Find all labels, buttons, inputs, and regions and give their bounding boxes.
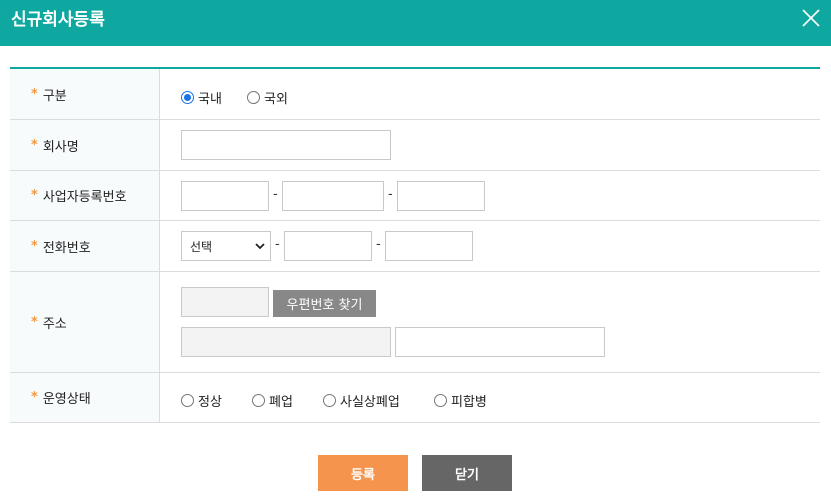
postcode-search-button[interactable]: 우편번호 찾기 [273,290,376,317]
radio-circle[interactable] [252,394,265,407]
radio-circle[interactable] [434,394,447,407]
row-business-number: * 사업자등록번호 - - [10,171,820,221]
dialog-title: 신규회사등록 [11,10,105,30]
business-number-part2[interactable] [282,181,384,211]
dash: - [273,187,278,202]
label-business-number: * 사업자등록번호 [10,171,160,220]
phone-part3[interactable] [385,231,473,261]
company-name-input[interactable] [181,130,391,160]
label-address: * 주소 [10,272,160,372]
radio-status-merged[interactable]: 피합병 [434,391,487,410]
business-number-part1[interactable] [181,181,269,211]
row-status: * 운영상태 정상 폐업 사실상폐업 피합병 [10,373,820,423]
row-company-name: * 회사명 [10,120,820,171]
register-button[interactable]: 등록 [318,455,408,491]
company-form: * 구분 국내 국외 * 회사명 * 사업자등록번호 - - * 전화번호 선택… [10,67,820,423]
required-mark: * [31,137,38,153]
label-status: * 운영상태 [10,373,160,422]
row-phone: * 전화번호 선택 - - [10,221,820,272]
address-detail-input[interactable] [395,327,605,357]
row-address: * 주소 우편번호 찾기 [10,272,820,373]
required-mark: * [31,188,38,203]
radio-circle[interactable] [247,91,260,104]
label-phone: * 전화번호 [10,221,160,271]
radio-status-closed[interactable]: 폐업 [252,391,293,410]
business-number-part3[interactable] [397,181,485,211]
label-type: * 구분 [10,69,160,119]
radio-circle[interactable] [181,394,194,407]
dash: - [388,187,393,202]
required-mark: * [31,314,38,330]
radio-circle[interactable] [181,91,194,104]
phone-area-select[interactable]: 선택 [181,231,271,261]
radio-overseas[interactable]: 국외 [247,88,288,107]
close-icon[interactable] [800,7,822,29]
radio-status-normal[interactable]: 정상 [181,391,222,410]
close-button[interactable]: 닫기 [422,455,512,491]
radio-domestic[interactable]: 국내 [181,88,222,107]
dash: - [275,237,280,252]
radio-circle[interactable] [323,394,336,407]
required-mark: * [31,86,38,102]
row-type: * 구분 국내 국외 [10,69,820,120]
label-company-name: * 회사명 [10,120,160,170]
address-input[interactable] [181,327,391,357]
chevron-down-icon [255,243,265,250]
phone-part2[interactable] [284,231,372,261]
radio-status-defacto-closed[interactable]: 사실상폐업 [323,391,400,410]
postcode-input[interactable] [181,287,269,317]
required-mark: * [31,238,38,254]
dash: - [376,237,381,252]
required-mark: * [31,390,38,405]
dialog-header: 신규회사등록 [0,0,831,46]
